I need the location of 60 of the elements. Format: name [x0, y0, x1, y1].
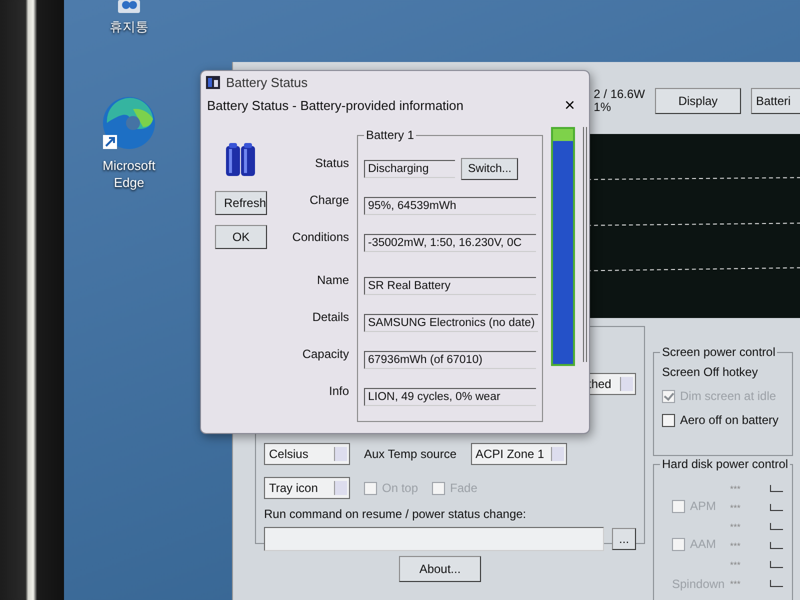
field-label: Status: [314, 155, 349, 172]
run-command-label: Run command on resume / power status change:: [264, 507, 528, 521]
checkbox-label: APM: [690, 499, 716, 514]
battery-app-icon: [205, 74, 221, 90]
value-marker: ***: [730, 502, 742, 512]
dialog-button[interactable]: Refresh: [215, 191, 267, 215]
field-label: Details: [312, 309, 349, 326]
field-label: Info: [328, 383, 349, 400]
field-value: SR Real Battery: [364, 276, 536, 294]
hotkey-label: Screen Off hotkey: [662, 365, 759, 379]
browse-button[interactable]: ...: [612, 528, 636, 550]
dialog-button[interactable]: OK: [215, 225, 267, 249]
batteries-icon: [224, 141, 258, 177]
group-title: Battery 1: [364, 128, 416, 142]
field-label: Capacity: [302, 346, 349, 363]
switch-button[interactable]: Switch...: [461, 158, 518, 180]
desktop-icon-label[interactable]: 휴지통: [94, 18, 164, 35]
slider-tick-icon: [770, 485, 783, 492]
value-marker: ***: [730, 540, 742, 550]
aux-temp-dropdown[interactable]: ACPI Zone 1: [470, 443, 566, 465]
command-input-field[interactable]: [264, 527, 604, 551]
percent-reading: 1%: [594, 100, 612, 114]
value-marker: ***: [730, 578, 742, 588]
slider-tick-icon: [770, 542, 783, 549]
field-value: 95%, 64539mWh: [364, 196, 536, 214]
value-marker: ***: [730, 522, 742, 532]
field-label: Name: [316, 272, 349, 289]
spindown-label: Spindown: [672, 576, 725, 590]
field-value: LION, 49 cycles, 0% wear: [364, 388, 536, 406]
desktop-icon-label[interactable]: Microsoft Edge: [94, 157, 164, 191]
field-label: Conditions: [292, 229, 349, 246]
value-marker: ***: [730, 560, 742, 570]
aux-temp-label: Aux Temp source: [364, 447, 456, 461]
checkbox-label: Fade: [450, 481, 478, 495]
field-label: Charge: [310, 192, 349, 209]
value-marker: ***: [730, 484, 742, 494]
checkbox-label: Dim screen at idle: [680, 389, 776, 403]
power-reading: 2 / 16.6W: [594, 88, 645, 101]
window-title: Battery Status: [226, 74, 308, 90]
field-value: 67936mWh (of 67010): [364, 350, 536, 368]
field-value: -35002mW, 1:50, 16.230V, 0C: [364, 234, 536, 252]
tab-button[interactable]: Display: [655, 88, 741, 114]
field-value: Discharging: [364, 160, 455, 178]
checkbox-label: Aero off on battery: [680, 413, 779, 427]
temperature-unit-dropdown[interactable]: Celsius: [264, 443, 350, 465]
tray-mode-dropdown[interactable]: Tray icon: [264, 477, 350, 499]
dialog-heading: Battery Status - Battery-provided information: [207, 98, 464, 112]
slider-tick-icon: [770, 523, 783, 530]
checkbox-label: On top: [382, 481, 418, 495]
group-title: Hard disk power control: [660, 457, 790, 471]
slider-tick-icon: [770, 561, 783, 568]
group-title: Screen power control: [660, 345, 778, 359]
checkbox[interactable]: [662, 414, 675, 426]
field-value: SAMSUNG Electronics (no date): [364, 314, 538, 332]
checkbox-label: AAM: [690, 537, 716, 552]
slider-tick-icon: [770, 504, 783, 511]
close-button[interactable]: ×: [560, 94, 579, 116]
tab-button[interactable]: Batteri: [751, 88, 800, 114]
slider-tick-icon: [770, 580, 783, 587]
about-button[interactable]: About...: [399, 556, 481, 582]
